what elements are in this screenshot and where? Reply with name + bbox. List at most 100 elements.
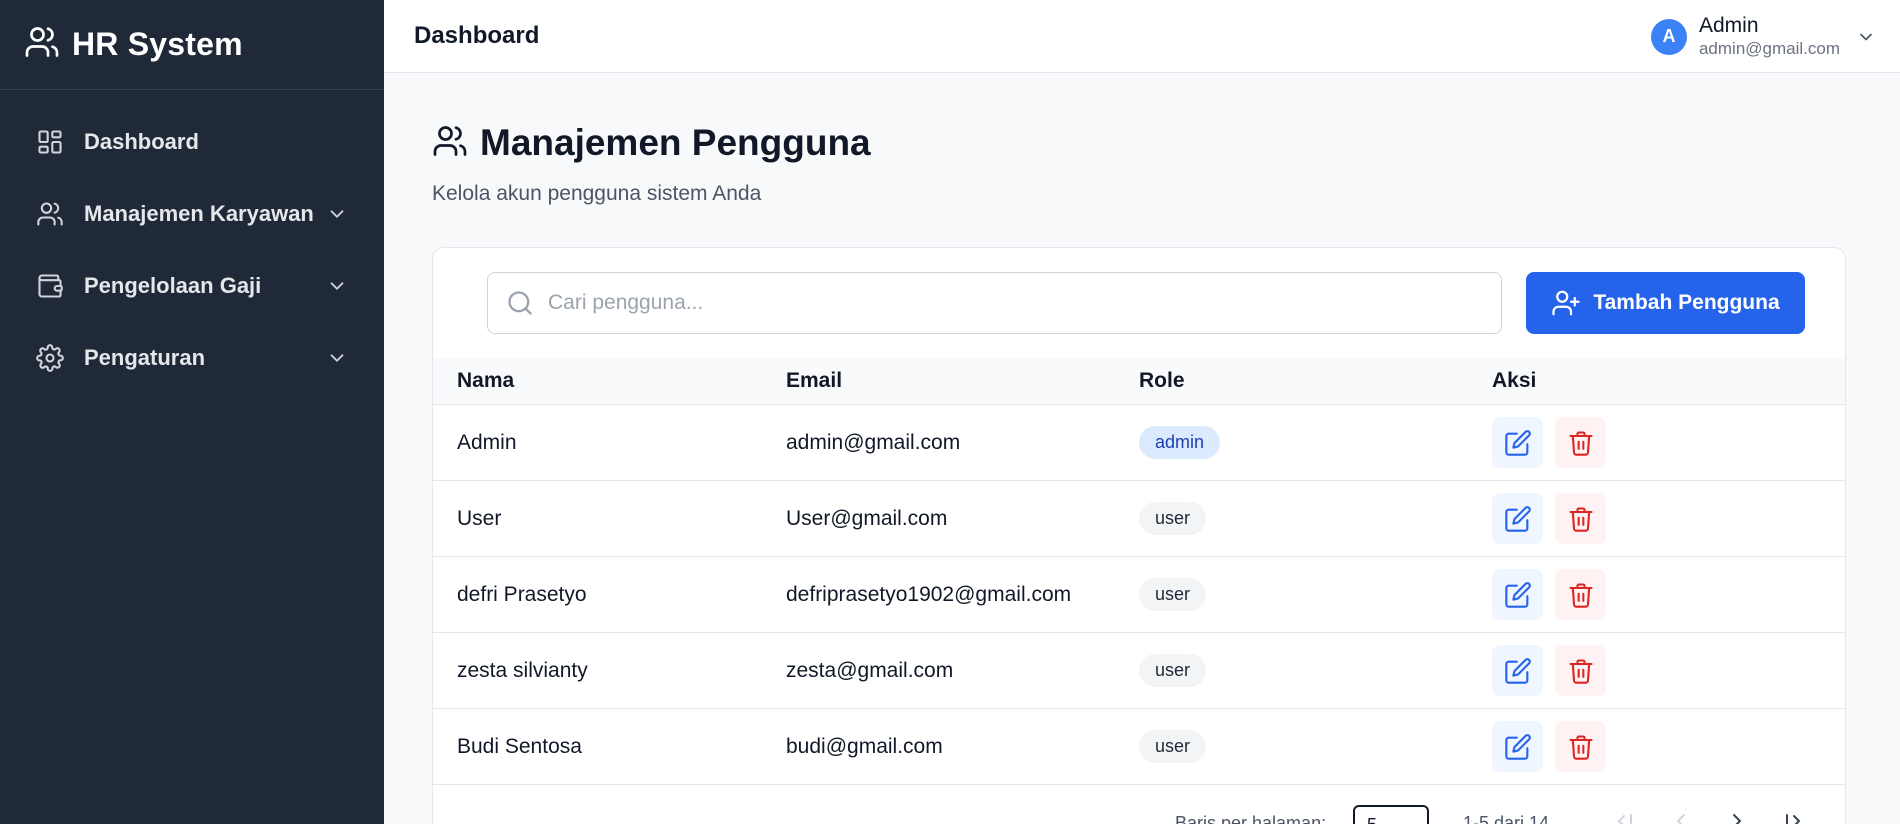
chevron-down-icon — [330, 354, 344, 362]
sidebar-item-pengelolaan-gaji[interactable]: Pengelolaan Gaji — [0, 250, 384, 322]
users-icon — [432, 123, 468, 164]
table-row: User User@gmail.com user — [433, 481, 1845, 557]
trash-icon — [1568, 506, 1593, 532]
role-cell: admin — [1139, 426, 1492, 459]
actions-cell — [1492, 417, 1845, 468]
user-name-cell: User — [457, 506, 502, 530]
edit-icon — [1504, 429, 1531, 456]
page-title: Manajemen Pengguna — [480, 122, 871, 163]
column-header-role[interactable]: Role — [1139, 369, 1492, 393]
search-icon — [508, 291, 532, 315]
edit-button[interactable] — [1492, 721, 1543, 772]
add-user-button[interactable]: Tambah Pengguna — [1526, 272, 1805, 334]
delete-button[interactable] — [1555, 721, 1606, 772]
role-badge: user — [1139, 578, 1207, 611]
users-icon — [24, 24, 60, 65]
page-subtitle: Kelola akun pengguna sistem Anda — [432, 182, 762, 205]
chevron-down-icon — [1860, 33, 1872, 40]
users-card: Tambah Pengguna Nama Email Role Aksi Adm… — [432, 247, 1846, 824]
edit-button[interactable] — [1492, 645, 1543, 696]
chevron-down-icon — [330, 210, 344, 218]
actions-cell — [1492, 721, 1845, 772]
search-box[interactable] — [487, 272, 1502, 334]
edit-icon — [1504, 581, 1531, 608]
last-page-icon[interactable] — [1781, 809, 1805, 824]
role-cell: user — [1139, 654, 1492, 687]
role-badge: user — [1139, 502, 1207, 535]
brand[interactable]: HR System — [0, 0, 384, 90]
edit-icon — [1504, 733, 1531, 760]
prev-page-icon[interactable] — [1669, 809, 1693, 824]
pagination-range: 1-5 dari 14 — [1463, 813, 1550, 824]
delete-button[interactable] — [1555, 569, 1606, 620]
sidebar-item-dashboard[interactable]: Dashboard — [0, 106, 384, 178]
chevron-down-icon — [330, 282, 344, 290]
user-plus-icon — [1552, 290, 1580, 316]
role-cell: user — [1139, 578, 1492, 611]
table-row: defri Prasetyo defriprasetyo1902@gmail.c… — [433, 557, 1845, 633]
edit-button[interactable] — [1492, 417, 1543, 468]
users-table: Nama Email Role Aksi Admin admin@gmail.c… — [433, 358, 1845, 785]
edit-button[interactable] — [1492, 569, 1543, 620]
sidebar-item-label: Manajemen Karyawan — [84, 201, 314, 226]
role-cell: user — [1139, 502, 1492, 535]
edit-icon — [1504, 657, 1531, 684]
user-menu[interactable]: A Admin admin@gmail.com — [1650, 0, 1876, 73]
user-name-cell: defri Prasetyo — [457, 582, 587, 606]
next-page-icon[interactable] — [1725, 809, 1749, 824]
column-header-aksi: Aksi — [1492, 369, 1537, 392]
sidebar-item-manajemen-karyawan[interactable]: Manajemen Karyawan — [0, 178, 384, 250]
dashboard-icon — [36, 128, 64, 156]
trash-icon — [1568, 430, 1593, 456]
edit-button[interactable] — [1492, 493, 1543, 544]
search-input[interactable] — [548, 291, 1448, 315]
user-name-cell: zesta silvianty — [457, 658, 588, 682]
sidebar-item-label: Pengaturan — [84, 345, 206, 370]
users-icon — [36, 200, 64, 228]
user-name: Admin — [1698, 13, 1759, 37]
app-title: HR System — [72, 26, 243, 62]
delete-button[interactable] — [1555, 645, 1606, 696]
topbar-title: Dashboard — [414, 22, 540, 49]
avatar: A — [1650, 18, 1687, 55]
user-name-cell: Budi Sentosa — [457, 734, 582, 758]
actions-cell — [1492, 645, 1845, 696]
sidebar-item-label: Dashboard — [84, 129, 199, 154]
edit-icon — [1504, 505, 1531, 532]
user-email-cell: defriprasetyo1902@gmail.com — [786, 582, 1072, 606]
user-info: Admin admin@gmail.com — [1699, 14, 1840, 60]
topbar: Dashboard A Admin admin@gmail.com — [384, 0, 1900, 73]
table-row: Budi Sentosa budi@gmail.com user — [433, 709, 1845, 785]
column-header-email[interactable]: Email — [786, 369, 1139, 393]
delete-button[interactable] — [1555, 493, 1606, 544]
wallet-icon — [36, 272, 64, 300]
gear-icon — [36, 344, 64, 372]
role-badge: user — [1139, 654, 1207, 687]
role-badge: user — [1139, 730, 1207, 763]
role-cell: user — [1139, 730, 1492, 763]
sidebar-item-label: Pengelolaan Gaji — [84, 273, 262, 298]
rows-per-page-label: Baris per halaman: — [1175, 813, 1327, 824]
table-row: Admin admin@gmail.com admin — [433, 405, 1845, 481]
user-name-cell: Admin — [457, 430, 517, 454]
actions-cell — [1492, 569, 1845, 620]
sidebar-nav: Dashboard Manajemen Karyawan Pengelolaan… — [0, 90, 384, 394]
trash-icon — [1568, 582, 1593, 608]
delete-button[interactable] — [1555, 417, 1606, 468]
page-header: Manajemen Pengguna — [432, 122, 871, 164]
first-page-icon[interactable] — [1613, 809, 1637, 824]
user-email: admin@gmail.com — [1698, 38, 1840, 58]
table-header: Nama Email Role Aksi — [433, 358, 1845, 405]
add-user-label: Tambah Pengguna — [1593, 291, 1780, 314]
user-email-cell: admin@gmail.com — [786, 430, 961, 454]
sidebar-item-pengaturan[interactable]: Pengaturan — [0, 322, 384, 394]
rows-per-page-select[interactable]: 5 — [1353, 805, 1429, 824]
role-badge: admin — [1139, 426, 1221, 459]
actions-cell — [1492, 493, 1845, 544]
user-email-cell: budi@gmail.com — [786, 734, 943, 758]
table-row: zesta silvianty zesta@gmail.com user — [433, 633, 1845, 709]
pagination-footer: Baris per halaman: 5 1-5 dari 14 — [433, 783, 1845, 824]
trash-icon — [1568, 734, 1593, 760]
column-header-nama[interactable]: Nama — [433, 369, 786, 393]
user-email-cell: User@gmail.com — [786, 506, 948, 530]
